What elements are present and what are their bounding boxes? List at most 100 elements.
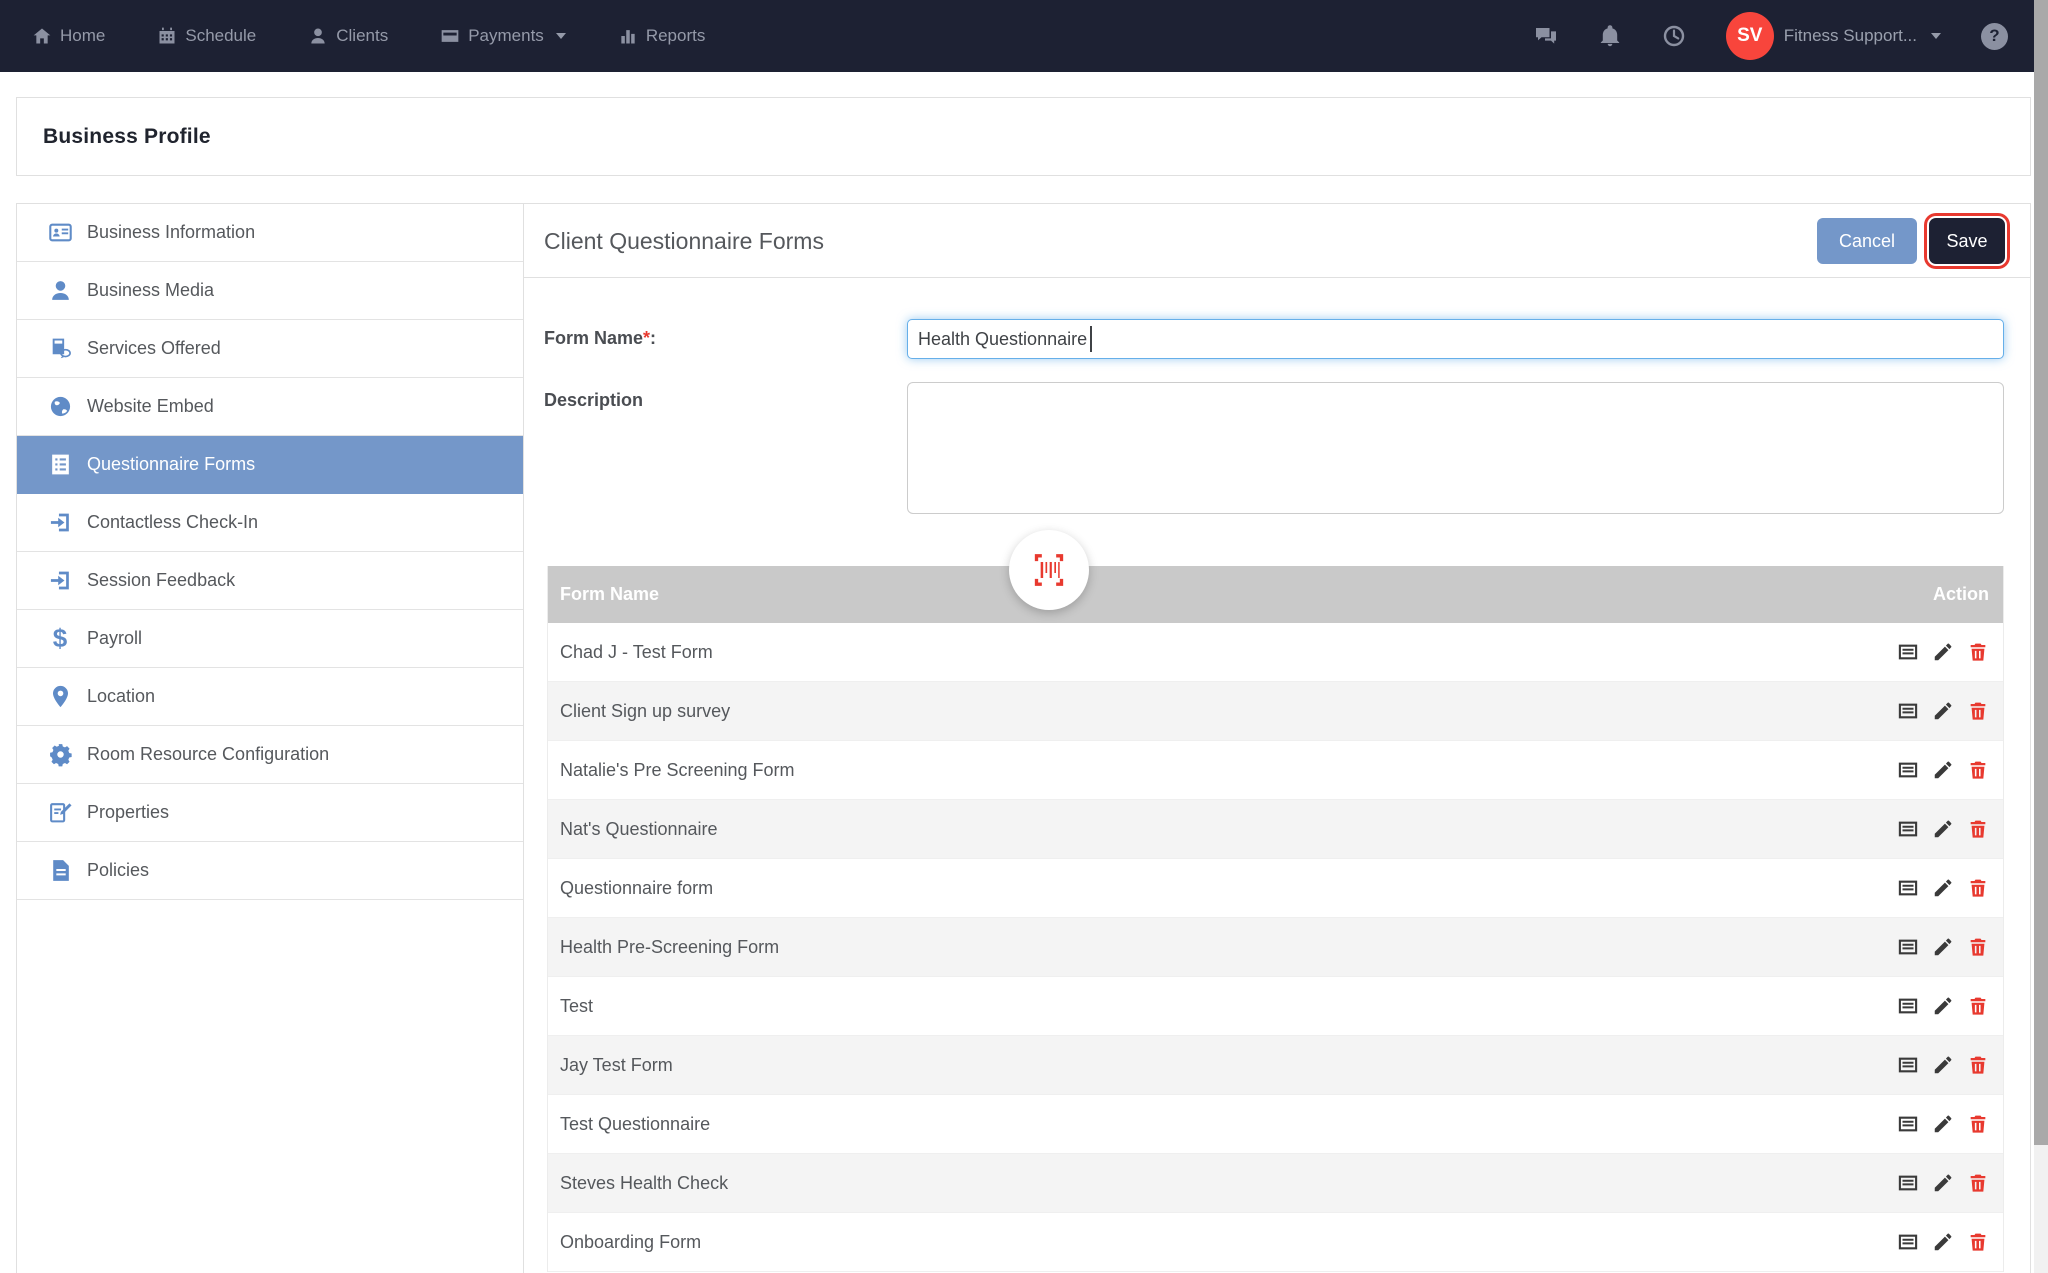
text-cursor xyxy=(1090,326,1092,352)
sidebar-item-policies[interactable]: Policies xyxy=(17,842,523,900)
sidebar-item-label: Website Embed xyxy=(87,396,214,417)
bell-icon[interactable] xyxy=(1598,24,1622,48)
clock-icon[interactable] xyxy=(1662,24,1686,48)
sidebar-item-label: Policies xyxy=(87,860,149,881)
sidebar-item-business-information[interactable]: Business Information xyxy=(17,204,523,262)
edit-icon[interactable] xyxy=(1932,877,1954,899)
edit-icon[interactable] xyxy=(1932,1231,1954,1253)
sidebar-item-business-media[interactable]: Business Media xyxy=(17,262,523,320)
table-row[interactable]: Onboarding Form xyxy=(548,1213,2003,1272)
form-preview-icon[interactable] xyxy=(1897,995,1919,1017)
sidebar-item-label: Room Resource Configuration xyxy=(87,744,329,765)
table-row[interactable]: Health Pre-Screening Form xyxy=(548,918,2003,977)
page-title-box: Business Profile xyxy=(16,97,2031,176)
nav-item-label: Reports xyxy=(646,26,706,46)
table-row[interactable]: Natalie's Pre Screening Form xyxy=(548,741,2003,800)
nav-item-schedule[interactable]: Schedule xyxy=(157,26,256,46)
vertical-scrollbar[interactable] xyxy=(2034,0,2048,1273)
sidebar-item-label: Payroll xyxy=(87,628,142,649)
form-preview-icon[interactable] xyxy=(1897,641,1919,663)
description-textarea[interactable] xyxy=(907,382,2004,514)
table-row[interactable]: Nat's Questionnaire xyxy=(548,800,2003,859)
edit-icon[interactable] xyxy=(1932,1113,1954,1135)
row-actions xyxy=(1897,1113,1989,1135)
description-label: Description xyxy=(544,390,643,411)
form-preview-icon[interactable] xyxy=(1897,1054,1919,1076)
nav-item-reports[interactable]: Reports xyxy=(618,26,706,46)
home-icon xyxy=(32,26,52,46)
sidebar-item-label: Location xyxy=(87,686,155,707)
sidebar-item-label: Contactless Check-In xyxy=(87,512,258,533)
sidebar-item-location[interactable]: Location xyxy=(17,668,523,726)
edit-icon[interactable] xyxy=(1932,936,1954,958)
chevron-down-icon xyxy=(1931,33,1941,39)
nav-item-home[interactable]: Home xyxy=(32,26,105,46)
form-preview-icon[interactable] xyxy=(1897,759,1919,781)
edit-icon[interactable] xyxy=(1932,1054,1954,1076)
edit-icon[interactable] xyxy=(1932,641,1954,663)
delete-icon[interactable] xyxy=(1967,1113,1989,1135)
column-action: Action xyxy=(1933,584,1989,605)
sidebar-item-contactless-check-in[interactable]: Contactless Check-In xyxy=(17,494,523,552)
chevron-down-icon xyxy=(556,33,566,39)
help-icon[interactable]: ? xyxy=(1981,23,2008,50)
delete-icon[interactable] xyxy=(1967,818,1989,840)
table-row[interactable]: Jay Test Form xyxy=(548,1036,2003,1095)
forms-table: Form Name Action Chad J - Test Form Clie… xyxy=(547,566,2004,1272)
content-panel: Business Information Business Media Serv… xyxy=(16,203,2031,1273)
table-row[interactable]: Chad J - Test Form xyxy=(548,623,2003,682)
map-pin-icon xyxy=(45,684,75,709)
sidebar-item-room-resource-configuration[interactable]: Room Resource Configuration xyxy=(17,726,523,784)
dollar-icon: $ xyxy=(45,626,75,651)
sign-in-icon xyxy=(45,510,75,535)
form-preview-icon[interactable] xyxy=(1897,1172,1919,1194)
delete-icon[interactable] xyxy=(1967,1172,1989,1194)
delete-icon[interactable] xyxy=(1967,1054,1989,1076)
delete-icon[interactable] xyxy=(1967,1231,1989,1253)
chat-icon[interactable] xyxy=(1534,24,1558,48)
form-name-cell: Test Questionnaire xyxy=(560,1114,710,1135)
edit-icon[interactable] xyxy=(1932,995,1954,1017)
save-button[interactable]: Save xyxy=(1929,218,2005,264)
delete-icon[interactable] xyxy=(1967,641,1989,663)
table-row[interactable]: Questionnaire form xyxy=(548,859,2003,918)
table-row[interactable]: Client Sign up survey xyxy=(548,682,2003,741)
sidebar-item-website-embed[interactable]: Website Embed xyxy=(17,378,523,436)
delete-icon[interactable] xyxy=(1967,877,1989,899)
form-preview-icon[interactable] xyxy=(1897,1231,1919,1253)
nav-item-label: Schedule xyxy=(185,26,256,46)
calendar-icon xyxy=(157,26,177,46)
globe-icon xyxy=(45,394,75,419)
sidebar-item-label: Session Feedback xyxy=(87,570,235,591)
account-menu[interactable]: SV Fitness Support... xyxy=(1726,12,1941,60)
edit-icon[interactable] xyxy=(1932,759,1954,781)
delete-icon[interactable] xyxy=(1967,700,1989,722)
form-preview-icon[interactable] xyxy=(1897,700,1919,722)
sidebar-item-session-feedback[interactable]: Session Feedback xyxy=(17,552,523,610)
sidebar-item-services-offered[interactable]: Services Offered xyxy=(17,320,523,378)
delete-icon[interactable] xyxy=(1967,759,1989,781)
sidebar-item-properties[interactable]: Properties xyxy=(17,784,523,842)
form-preview-icon[interactable] xyxy=(1897,936,1919,958)
table-row[interactable]: Test xyxy=(548,977,2003,1036)
form-name-input[interactable] xyxy=(907,319,2004,359)
delete-icon[interactable] xyxy=(1967,936,1989,958)
sidebar-item-payroll[interactable]: $ Payroll xyxy=(17,610,523,668)
form-name-cell: Onboarding Form xyxy=(560,1232,701,1253)
edit-icon[interactable] xyxy=(1932,1172,1954,1194)
header-actions: Cancel Save xyxy=(1817,218,2005,264)
list-form-icon xyxy=(45,452,75,477)
edit-icon[interactable] xyxy=(1932,818,1954,840)
form-preview-icon[interactable] xyxy=(1897,877,1919,899)
edit-icon[interactable] xyxy=(1932,700,1954,722)
table-row[interactable]: Steves Health Check xyxy=(548,1154,2003,1213)
delete-icon[interactable] xyxy=(1967,995,1989,1017)
form-preview-icon[interactable] xyxy=(1897,1113,1919,1135)
nav-item-payments[interactable]: Payments xyxy=(440,26,566,46)
cancel-button[interactable]: Cancel xyxy=(1817,218,1917,264)
nav-item-clients[interactable]: Clients xyxy=(308,26,388,46)
scrollbar-thumb[interactable] xyxy=(2034,0,2048,1145)
sidebar-item-questionnaire-forms[interactable]: Questionnaire Forms xyxy=(17,436,523,494)
form-preview-icon[interactable] xyxy=(1897,818,1919,840)
table-row[interactable]: Test Questionnaire xyxy=(548,1095,2003,1154)
